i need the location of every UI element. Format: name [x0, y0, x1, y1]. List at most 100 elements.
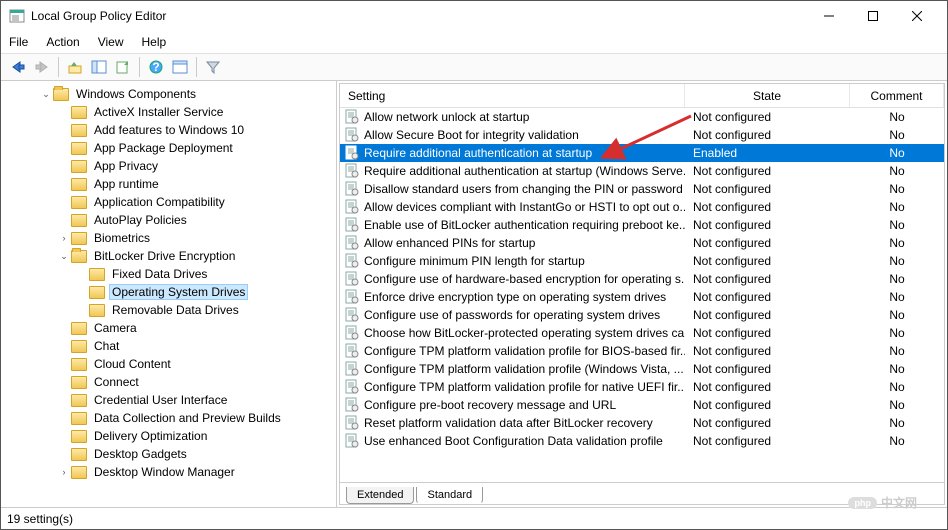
back-button[interactable] — [7, 56, 29, 78]
tree-label: Delivery Optimization — [91, 429, 210, 443]
tab-standard[interactable]: Standard — [416, 487, 483, 504]
watermark-badge: php — [848, 497, 877, 509]
policy-row[interactable]: Allow enhanced PINs for startupNot confi… — [340, 234, 944, 252]
cell-state: Not configured — [685, 128, 850, 142]
policy-row[interactable]: Configure TPM platform validation profil… — [340, 360, 944, 378]
twisty-icon[interactable]: ⌄ — [57, 251, 71, 262]
column-setting[interactable]: Setting — [340, 84, 685, 107]
tree-item[interactable]: ›Desktop Window Manager — [1, 463, 336, 481]
tree-label: Windows Components — [73, 87, 199, 101]
policy-row[interactable]: Disallow standard users from changing th… — [340, 180, 944, 198]
folder-icon — [71, 178, 87, 191]
cell-comment: No — [850, 434, 944, 448]
menu-view[interactable]: View — [98, 35, 124, 49]
tree-item[interactable]: ⌄ Windows Components — [1, 85, 336, 103]
twisty-icon[interactable]: ⌄ — [39, 89, 53, 100]
minimize-button[interactable] — [807, 2, 851, 30]
policy-row[interactable]: Require additional authentication at sta… — [340, 144, 944, 162]
cell-setting: Allow devices compliant with InstantGo o… — [340, 199, 685, 215]
cell-state: Enabled — [685, 146, 850, 160]
tree-item[interactable]: Fixed Data Drives — [1, 265, 336, 283]
setting-text: Disallow standard users from changing th… — [364, 182, 683, 196]
setting-text: Require additional authentication at sta… — [364, 146, 592, 160]
tree-item[interactable]: ⌄BitLocker Drive Encryption — [1, 247, 336, 265]
tree-item[interactable]: Desktop Gadgets — [1, 445, 336, 463]
policy-row[interactable]: Choose how BitLocker-protected operating… — [340, 324, 944, 342]
menu-help[interactable]: Help — [142, 35, 167, 49]
tree-label: Operating System Drives — [109, 284, 248, 300]
tab-extended[interactable]: Extended — [346, 487, 414, 504]
tree-item[interactable]: Chat — [1, 337, 336, 355]
up-button[interactable] — [64, 56, 86, 78]
tree-item[interactable]: Add features to Windows 10 — [1, 121, 336, 139]
grid-body[interactable]: Allow network unlock at startupNot confi… — [340, 108, 944, 483]
tree-item[interactable]: Connect — [1, 373, 336, 391]
policy-row[interactable]: Configure use of passwords for operating… — [340, 306, 944, 324]
tree-item[interactable]: Application Compatibility — [1, 193, 336, 211]
policy-row[interactable]: Configure TPM platform validation profil… — [340, 378, 944, 396]
tree-item[interactable]: › Biometrics — [1, 229, 336, 247]
menu-action[interactable]: Action — [46, 35, 79, 49]
toolbar-separator — [196, 57, 197, 77]
cell-comment: No — [850, 110, 944, 124]
policy-row[interactable]: Require additional authentication at sta… — [340, 162, 944, 180]
tree-label: App Privacy — [91, 159, 161, 173]
setting-text: Enforce drive encryption type on operati… — [364, 290, 666, 304]
watermark: php 中文网 — [848, 494, 917, 511]
policy-icon — [344, 109, 360, 125]
policy-row[interactable]: Configure pre-boot recovery message and … — [340, 396, 944, 414]
policy-icon — [344, 181, 360, 197]
tree-item[interactable]: App Privacy — [1, 157, 336, 175]
folder-icon — [89, 286, 105, 299]
tree-item[interactable]: Cloud Content — [1, 355, 336, 373]
twisty-icon[interactable]: › — [57, 233, 71, 243]
cell-state: Not configured — [685, 308, 850, 322]
tree-item[interactable]: Data Collection and Preview Builds — [1, 409, 336, 427]
policy-row[interactable]: Reset platform validation data after Bit… — [340, 414, 944, 432]
tree-item[interactable]: ActiveX Installer Service — [1, 103, 336, 121]
column-comment[interactable]: Comment — [850, 84, 944, 107]
help-button[interactable]: ? — [145, 56, 167, 78]
status-text: 19 setting(s) — [7, 512, 73, 526]
forward-button[interactable] — [31, 56, 53, 78]
policy-row[interactable]: Enforce drive encryption type on operati… — [340, 288, 944, 306]
export-list-button[interactable] — [112, 56, 134, 78]
tree-item[interactable]: Camera — [1, 319, 336, 337]
cell-state: Not configured — [685, 254, 850, 268]
policy-row[interactable]: Allow network unlock at startupNot confi… — [340, 108, 944, 126]
close-button[interactable] — [895, 2, 939, 30]
statusbar: 19 setting(s) — [1, 507, 947, 529]
folder-icon — [53, 88, 69, 101]
properties-button[interactable] — [169, 56, 191, 78]
maximize-button[interactable] — [851, 2, 895, 30]
cell-state: Not configured — [685, 200, 850, 214]
tree-item[interactable]: App runtime — [1, 175, 336, 193]
tree-item[interactable]: App Package Deployment — [1, 139, 336, 157]
policy-row[interactable]: Allow Secure Boot for integrity validati… — [340, 126, 944, 144]
policy-row[interactable]: Configure use of hardware-based encrypti… — [340, 270, 944, 288]
policy-row[interactable]: Configure TPM platform validation profil… — [340, 342, 944, 360]
filter-button[interactable] — [202, 56, 224, 78]
policy-row[interactable]: Use enhanced Boot Configuration Data val… — [340, 432, 944, 450]
tree-item[interactable]: Delivery Optimization — [1, 427, 336, 445]
policy-row[interactable]: Enable use of BitLocker authentication r… — [340, 216, 944, 234]
column-state[interactable]: State — [685, 84, 850, 107]
tree-pane[interactable]: ⌄ Windows Components ActiveX Installer Ser… — [1, 81, 337, 507]
show-hide-tree-button[interactable] — [88, 56, 110, 78]
cell-comment: No — [850, 326, 944, 340]
folder-icon — [71, 376, 87, 389]
toolbar-separator — [58, 57, 59, 77]
twisty-icon[interactable]: › — [57, 467, 71, 477]
cell-setting: Choose how BitLocker-protected operating… — [340, 325, 685, 341]
tree-item[interactable]: Removable Data Drives — [1, 301, 336, 319]
tree-label: Biometrics — [91, 231, 153, 245]
policy-icon — [344, 289, 360, 305]
policy-row[interactable]: Allow devices compliant with InstantGo o… — [340, 198, 944, 216]
policy-row[interactable]: Configure minimum PIN length for startup… — [340, 252, 944, 270]
cell-comment: No — [850, 380, 944, 394]
setting-text: Configure TPM platform validation profil… — [364, 344, 685, 358]
tree-item[interactable]: AutoPlay Policies — [1, 211, 336, 229]
tree-item[interactable]: Credential User Interface — [1, 391, 336, 409]
tree-item[interactable]: Operating System Drives — [1, 283, 336, 301]
menu-file[interactable]: File — [9, 35, 28, 49]
